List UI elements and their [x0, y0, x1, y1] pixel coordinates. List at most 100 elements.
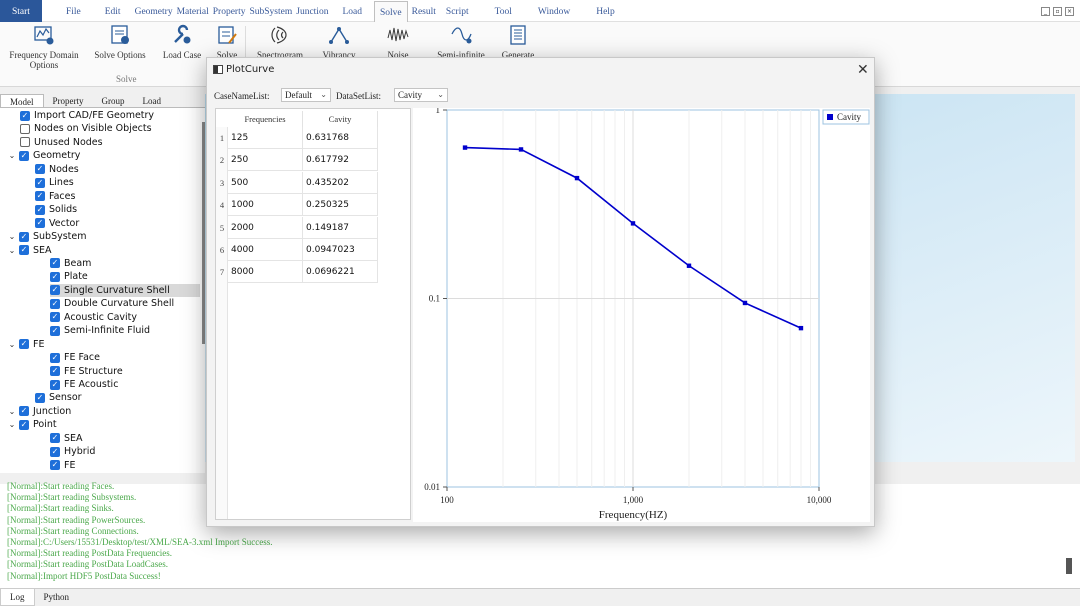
menu-load[interactable]: Load — [336, 0, 374, 22]
cell-cavity[interactable]: 0.0696221 — [303, 261, 378, 284]
data-point[interactable] — [574, 175, 580, 181]
tree-item[interactable]: ⌄ Geometry — [7, 149, 81, 162]
tree-checkbox[interactable] — [35, 191, 45, 202]
tree-checkbox[interactable] — [50, 379, 60, 390]
tree-item[interactable]: ⌄ SubSystem — [7, 230, 87, 243]
tree-item[interactable]: FE Acoustic — [50, 378, 118, 391]
spectrogram-button[interactable]: Spectrogram — [252, 24, 308, 60]
frequency-domain-options-button[interactable]: Frequency Domain Options — [6, 24, 82, 70]
dialog-titlebar[interactable]: PlotCurve ✕ — [207, 58, 874, 82]
cell-frequency[interactable]: 125 — [228, 127, 303, 149]
chevron-down-icon[interactable]: ⌄ — [7, 232, 17, 241]
tree-scrollbar[interactable] — [202, 122, 205, 344]
data-point[interactable] — [462, 145, 468, 150]
tab-group[interactable]: Group — [93, 94, 134, 107]
tree-item[interactable]: FE — [50, 459, 75, 472]
log-scrollbar[interactable] — [1066, 558, 1072, 574]
menu-window[interactable]: Window — [532, 0, 590, 22]
generate-button[interactable]: Generate — [498, 24, 538, 60]
data-point[interactable] — [798, 325, 804, 331]
tree-checkbox[interactable] — [50, 366, 60, 377]
tree-checkbox[interactable] — [19, 339, 29, 350]
tree-checkbox[interactable] — [50, 446, 60, 457]
tree-checkbox[interactable] — [20, 123, 30, 134]
tree-checkbox[interactable] — [35, 392, 45, 403]
dataset-select[interactable]: Cavity ⌄ — [394, 88, 448, 102]
chevron-down-icon[interactable]: ⌄ — [7, 420, 17, 429]
tree-item[interactable]: ⌄ FE — [7, 338, 45, 351]
vibrancy-button[interactable]: Vibrancy — [318, 24, 360, 60]
tree-checkbox[interactable] — [35, 177, 45, 188]
tab-model[interactable]: Model — [0, 94, 44, 107]
menu-edit[interactable]: Edit — [97, 0, 133, 22]
tree-item[interactable]: Single Curvature Shell — [50, 283, 200, 297]
tree-checkbox[interactable] — [35, 218, 45, 229]
cell-frequency[interactable]: 8000 — [228, 261, 303, 284]
cell-cavity[interactable]: 0.631768 — [303, 127, 378, 149]
chevron-down-icon[interactable]: ⌄ — [7, 340, 17, 349]
cell-frequency[interactable]: 4000 — [228, 239, 303, 261]
tab-log[interactable]: Log — [0, 589, 35, 606]
data-point[interactable] — [742, 300, 748, 306]
tree-item[interactable]: Solids — [35, 203, 77, 216]
menu-result[interactable]: Result — [408, 0, 440, 22]
cell-cavity[interactable]: 0.149187 — [303, 216, 378, 239]
chevron-down-icon[interactable]: ⌄ — [7, 407, 17, 416]
data-point[interactable] — [630, 221, 636, 226]
tree-item[interactable]: Faces — [35, 190, 75, 203]
tree-item[interactable]: Lines — [35, 176, 74, 189]
cell-cavity[interactable]: 0.617792 — [303, 149, 378, 172]
close-icon[interactable]: × — [1065, 7, 1074, 16]
tree-item[interactable]: Sensor — [35, 391, 82, 404]
menu-solve[interactable]: Solve — [373, 0, 408, 22]
chevron-down-icon[interactable]: ⌄ — [7, 151, 17, 160]
tree-checkbox[interactable] — [19, 419, 29, 430]
tree-item[interactable]: Hybrid — [50, 445, 95, 458]
tree-item[interactable]: Semi-Infinite Fluid — [50, 324, 150, 337]
tree-checkbox[interactable] — [50, 298, 60, 309]
menu-subsystem[interactable]: SubSystem — [247, 0, 294, 22]
menu-junction[interactable]: Junction — [294, 0, 336, 22]
tree-checkbox[interactable] — [19, 150, 29, 161]
cell-frequency[interactable]: 1000 — [228, 194, 303, 217]
tree-item[interactable]: Import CAD/FE Geometry — [20, 109, 154, 122]
tree-item[interactable]: ⌄ Point — [7, 418, 57, 431]
semi-infinite-button[interactable]: Semi-infinite — [430, 24, 492, 60]
tree-checkbox[interactable] — [50, 352, 60, 363]
tree-item[interactable]: Plate — [50, 270, 88, 283]
tree-item[interactable]: Vector — [35, 217, 79, 230]
tree-item[interactable]: FE Structure — [50, 365, 123, 378]
tree-checkbox[interactable] — [50, 433, 60, 444]
cell-frequency[interactable]: 2000 — [228, 216, 303, 239]
cell-frequency[interactable]: 250 — [228, 149, 303, 172]
tree-checkbox[interactable] — [50, 312, 60, 323]
tree-checkbox[interactable] — [19, 245, 29, 255]
tree-checkbox[interactable] — [19, 406, 29, 417]
menu-help[interactable]: Help — [590, 0, 620, 22]
tree-checkbox[interactable] — [35, 164, 45, 175]
tree-item[interactable]: ⌄ SEA — [7, 244, 52, 257]
cell-cavity[interactable]: 0.435202 — [303, 171, 378, 194]
tree-item[interactable]: Unused Nodes — [20, 136, 103, 149]
data-point[interactable] — [518, 147, 524, 152]
restore-icon[interactable]: ▫ — [1053, 7, 1062, 16]
tree-item[interactable]: Nodes on Visible Objects — [20, 122, 152, 135]
menu-property[interactable]: Property — [211, 0, 248, 22]
tree-item[interactable]: SEA — [50, 432, 83, 445]
data-point[interactable] — [686, 263, 692, 268]
solve-button[interactable]: Solve — [212, 24, 242, 60]
noise-button[interactable]: Noise — [382, 24, 414, 60]
chevron-down-icon[interactable]: ⌄ — [7, 246, 17, 255]
tab-property[interactable]: Property — [44, 94, 93, 107]
menu-script[interactable]: Script — [440, 0, 489, 22]
tab-python[interactable]: Python — [35, 589, 79, 606]
menu-start[interactable]: Start — [0, 0, 42, 22]
tree-checkbox[interactable] — [50, 271, 60, 282]
menu-tool[interactable]: Tool — [489, 0, 532, 22]
minimize-icon[interactable]: _ — [1041, 7, 1050, 16]
menu-file[interactable]: File — [52, 0, 97, 22]
tree-item[interactable]: ⌄ Junction — [7, 405, 72, 418]
dialog-close-icon[interactable]: ✕ — [857, 62, 869, 78]
tree-checkbox[interactable] — [50, 460, 60, 471]
case-name-select[interactable]: Default ⌄ — [281, 88, 331, 102]
